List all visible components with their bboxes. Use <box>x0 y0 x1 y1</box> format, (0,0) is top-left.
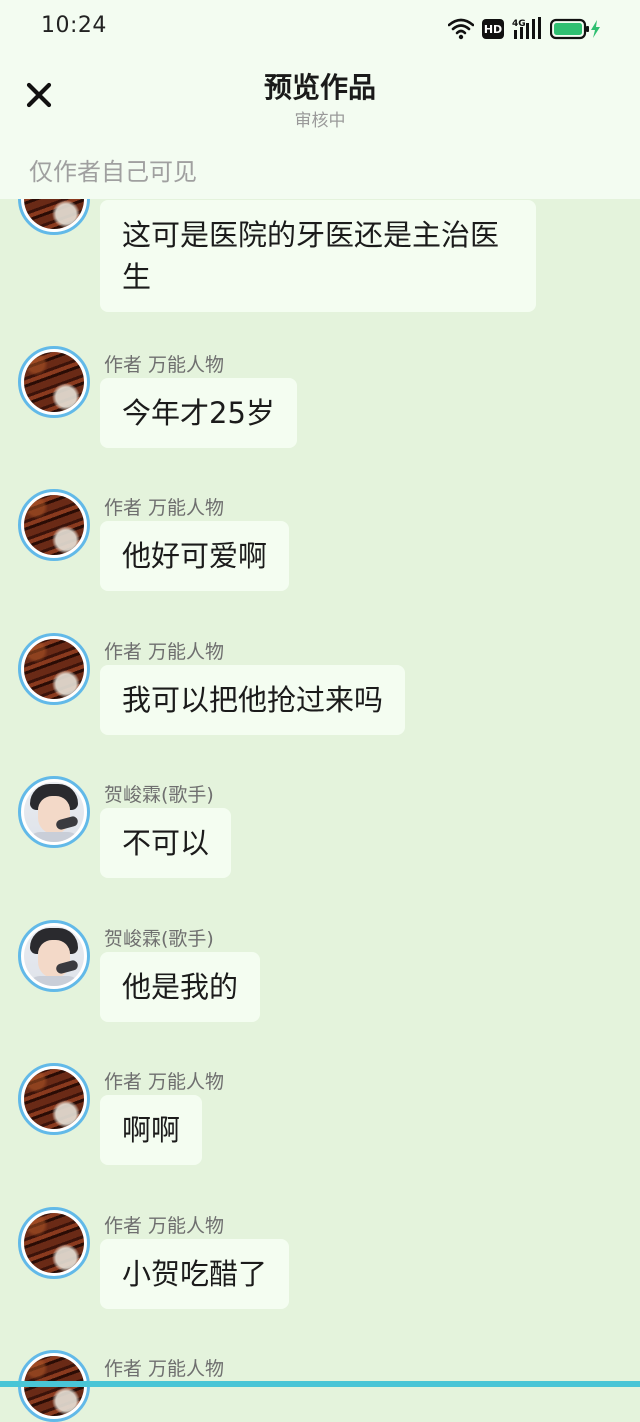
bottom-progress-bar <box>0 1381 640 1387</box>
food-avatar-image <box>24 495 84 555</box>
author-name: 作者 万能人物 <box>104 1071 225 1093</box>
food-avatar-image <box>24 352 84 412</box>
message-bubble[interactable]: 不可以 <box>100 808 232 878</box>
message-bubble[interactable]: 他是我的 <box>100 952 261 1022</box>
message-bubble[interactable]: 小贺吃醋了 <box>100 1239 290 1309</box>
message-bubble[interactable]: 啊啊 <box>100 1095 203 1165</box>
message-bubble[interactable]: 今年才25岁 <box>100 378 297 448</box>
author-name: 作者 万能人物 <box>104 497 225 519</box>
chat-message: 作者 万能人物 我可以把他抢过来吗 <box>0 633 640 743</box>
chat-message: 作者 万能人物 他好可爱啊 <box>0 489 640 599</box>
author-name: 作者 万能人物 <box>104 354 225 376</box>
message-bubble[interactable]: 他好可爱啊 <box>100 521 290 591</box>
avatar[interactable] <box>18 489 90 561</box>
avatar[interactable] <box>18 776 90 848</box>
page-title: 预览作品 <box>263 71 376 104</box>
avatar[interactable] <box>18 1063 90 1135</box>
svg-text:4G: 4G <box>512 19 526 29</box>
status-time: 10:24 <box>41 13 107 38</box>
avatar[interactable] <box>18 1207 90 1279</box>
author-name: 作者 万能人物 <box>104 1358 225 1380</box>
author-name: 贺峻霖(歌手) <box>104 928 214 950</box>
chat-message: 贺峻霖(歌手) 不可以 <box>0 776 640 886</box>
hd-icon: HD <box>482 19 504 39</box>
visibility-note: 仅作者自己可见 <box>29 158 197 186</box>
avatar[interactable] <box>18 346 90 418</box>
status-icons: HD 4G <box>448 16 602 42</box>
singer-avatar-image <box>24 782 84 842</box>
avatar[interactable] <box>18 920 90 992</box>
chat-message: 贺峻霖(歌手) 他是我的 <box>0 920 640 1030</box>
message-bubble[interactable]: 我可以把他抢过来吗 <box>100 665 406 735</box>
avatar[interactable] <box>18 633 90 705</box>
header: 10:24 HD 4G 预览作品 审核中 仅作者自己可见 <box>0 0 640 199</box>
author-name: 贺峻霖(歌手) <box>104 784 214 806</box>
battery-charging-icon <box>550 18 600 40</box>
status-bar: 10:24 HD 4G <box>0 0 640 56</box>
author-name: 作者 万能人物 <box>104 1215 225 1237</box>
food-avatar-image <box>24 1213 84 1273</box>
chat-message: 作者 万能人物 今年才25岁 <box>0 346 640 456</box>
message-bubble[interactable]: 这可是医院的牙医还是主治医生 <box>100 200 536 312</box>
wifi-icon <box>448 18 474 40</box>
chat-message: 作者 万能人物 小贺吃醋了 <box>0 1207 640 1317</box>
signal-4g-icon: 4G <box>512 17 541 39</box>
chat-list[interactable]: 这可是医院的牙医还是主治医生 作者 万能人物 今年才25岁 作者 万能人物 他好… <box>0 0 640 1422</box>
chat-message: 这可是医院的牙医还是主治医生 <box>0 163 640 312</box>
food-avatar-image <box>24 639 84 699</box>
singer-avatar-image <box>24 926 84 986</box>
review-status: 审核中 <box>294 111 346 131</box>
nav-bar: 预览作品 审核中 <box>0 56 640 146</box>
author-name: 作者 万能人物 <box>104 641 225 663</box>
food-avatar-image <box>24 1069 84 1129</box>
chat-message: 作者 万能人物 啊啊 <box>0 1063 640 1173</box>
